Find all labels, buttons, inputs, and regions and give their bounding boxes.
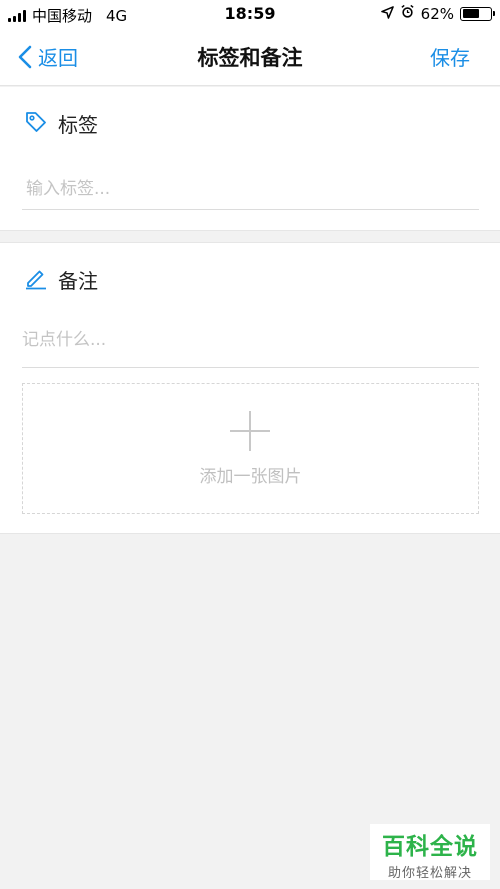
status-right: 62% [380, 4, 495, 23]
watermark-subtitle: 助你轻松解决 [387, 866, 472, 881]
notes-header: 备注 [24, 265, 98, 294]
notes-input[interactable] [22, 313, 479, 368]
watermark-title: 百科全说 [382, 834, 478, 860]
chevron-left-icon [18, 45, 32, 68]
plus-icon [230, 411, 270, 451]
navigation-bar: 返回 标签和备注 保存 [0, 28, 500, 86]
battery-percent: 62% [420, 4, 454, 23]
notes-label: 备注 [58, 269, 98, 293]
battery-level [462, 9, 480, 18]
add-image-button[interactable]: 添加一张图片 [22, 383, 479, 514]
watermark-logo: 百科全说 助你轻松解决 [370, 824, 490, 881]
back-button[interactable]: 返回 [18, 42, 78, 71]
alarm-clock-icon [400, 4, 415, 23]
tags-section: 标签 [0, 87, 500, 231]
save-button[interactable]: 保存 [430, 42, 470, 71]
pencil-icon [24, 266, 48, 294]
tags-input[interactable] [22, 168, 479, 210]
notes-section: 备注 添加一张图片 [0, 242, 500, 534]
back-button-label: 返回 [38, 46, 78, 70]
tag-icon [24, 110, 48, 138]
location-arrow-icon [380, 5, 394, 23]
add-image-label: 添加一张图片 [199, 467, 302, 487]
battery-icon [460, 6, 495, 21]
status-bar: 中国移动 4G 18:59 62% [0, 0, 500, 28]
tags-header: 标签 [24, 109, 98, 138]
tags-label: 标签 [58, 113, 98, 137]
